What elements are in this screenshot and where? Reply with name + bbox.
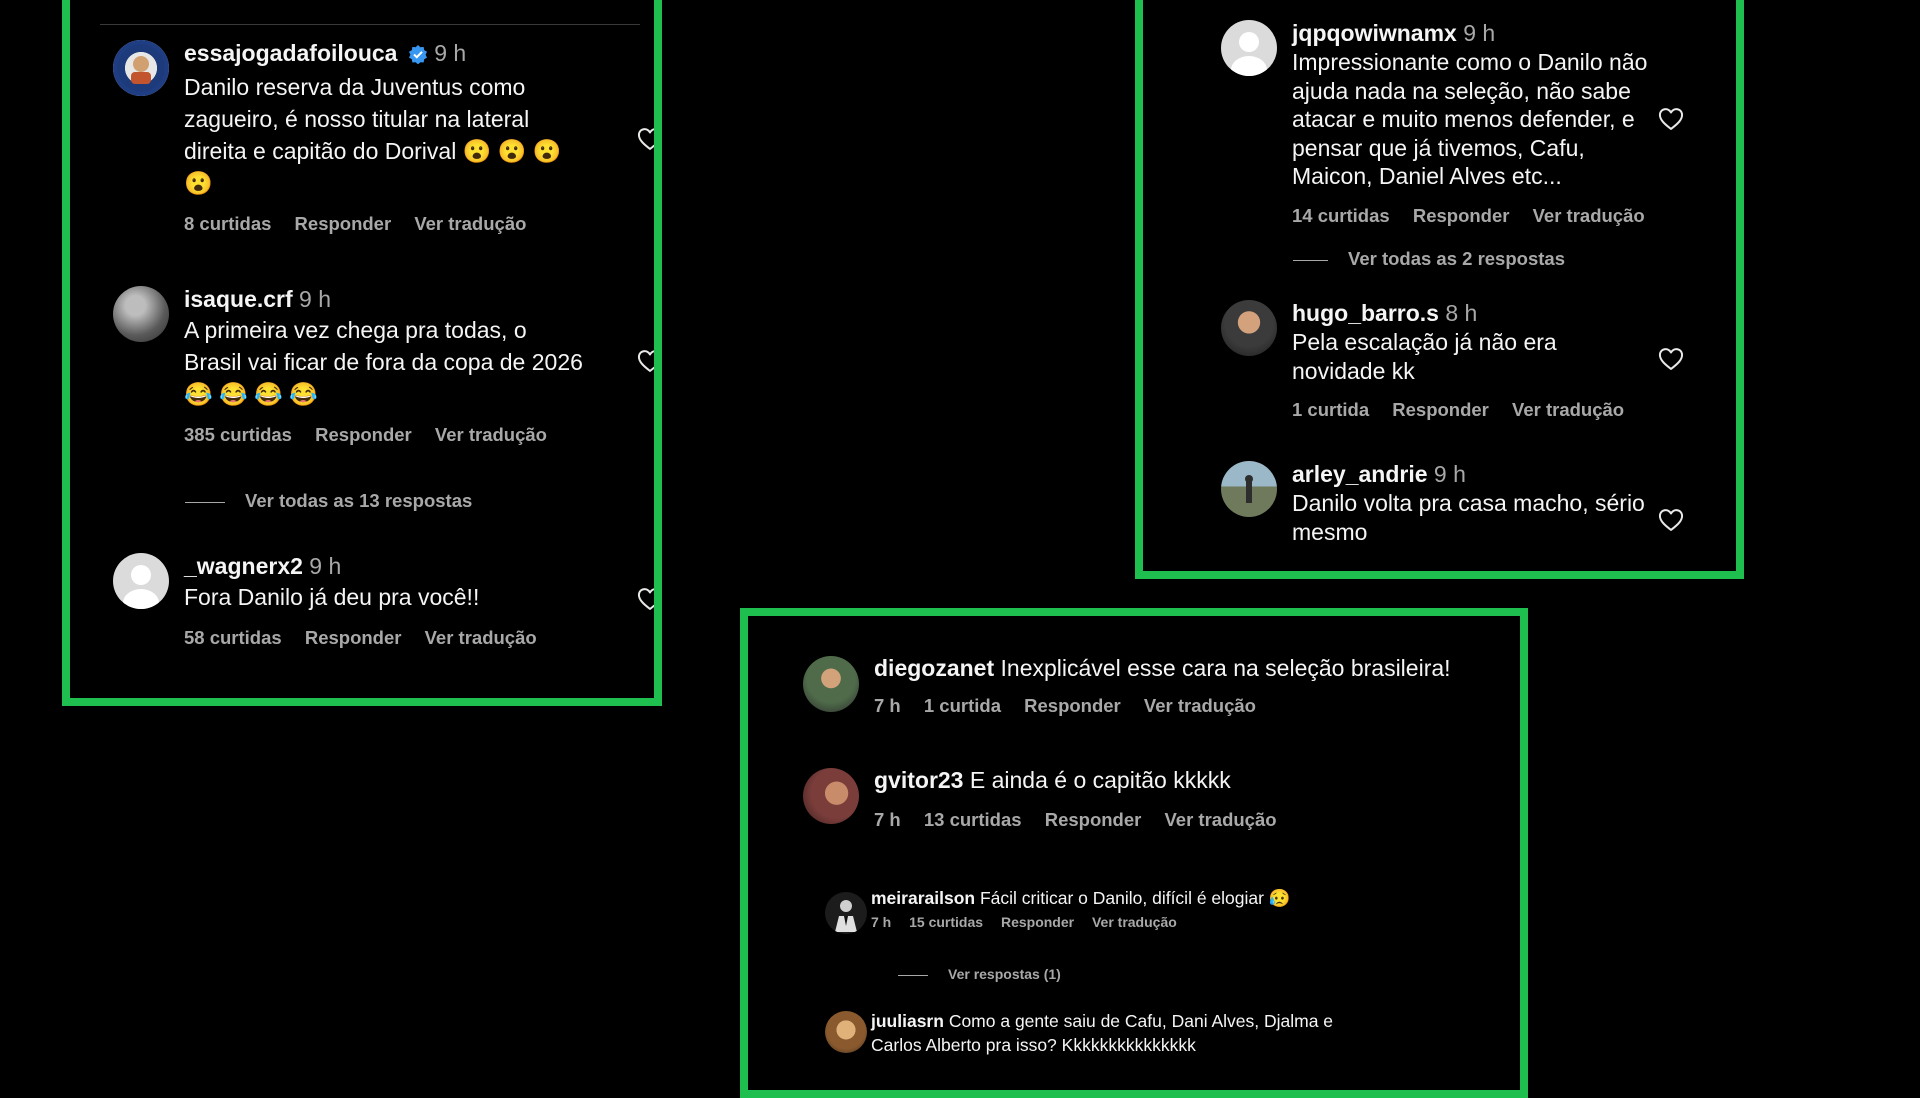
comment-username[interactable]: jqpqowiwnamx (1292, 20, 1457, 46)
likes-count[interactable]: 15 curtidas (909, 914, 983, 930)
heart-outline-icon[interactable] (1657, 506, 1685, 534)
comments-panel-bottom: diegozanet Inexplicável esse cara na sel… (740, 608, 1528, 1098)
comment-username[interactable]: meirarailson (871, 888, 975, 908)
comment-username[interactable]: _wagnerx2 (184, 553, 303, 579)
comment-text: Inexplicável esse cara na seleção brasil… (1000, 655, 1451, 681)
view-replies-link[interactable]: Ver respostas (1) (898, 966, 1061, 982)
comment-text: E ainda é o capitão kkkkk (969, 767, 1231, 793)
reply-button[interactable]: Responder (1413, 205, 1510, 226)
comments-panel-left: essajogadafoilouca 9 h Danilo reserva da… (62, 0, 662, 706)
reply-button[interactable]: Responder (295, 213, 392, 234)
reply-button[interactable]: Responder (1024, 695, 1121, 716)
comment-time: 9 h (1463, 20, 1496, 46)
reply-button[interactable]: Responder (1045, 809, 1142, 830)
comment-time: 9 h (299, 286, 332, 312)
comment-text: Fora Danilo já deu pra você!! (184, 584, 480, 610)
heart-outline-icon[interactable] (1657, 345, 1685, 373)
likes-count[interactable]: 58 curtidas (184, 627, 282, 648)
avatar[interactable] (1221, 300, 1277, 356)
translate-button[interactable]: Ver tradução (435, 424, 547, 445)
avatar[interactable] (113, 553, 169, 609)
avatar[interactable] (803, 768, 859, 824)
view-replies-link[interactable]: Ver todas as 2 respostas (1293, 248, 1565, 270)
translate-button[interactable]: Ver tradução (1512, 399, 1624, 420)
view-replies-label: Ver todas as 13 respostas (245, 490, 473, 511)
comment-username[interactable]: isaque.crf (184, 286, 293, 312)
translate-button[interactable]: Ver tradução (1164, 809, 1276, 830)
comment-username[interactable]: juuliasrn (871, 1011, 944, 1031)
default-avatar-icon (1231, 32, 1267, 76)
comment-text: Pela escalação já não era novidade kk (1292, 329, 1557, 384)
comment-time: 9 h (309, 553, 342, 579)
comment-time: 7 h (871, 914, 892, 930)
reply-button[interactable]: Responder (315, 424, 412, 445)
reply-button[interactable]: Responder (305, 627, 402, 648)
translate-button[interactable]: Ver tradução (1144, 695, 1256, 716)
default-avatar-icon (123, 565, 159, 609)
comment-text: A primeira vez chega pra todas, o Brasil… (184, 317, 583, 407)
heart-outline-icon[interactable] (1657, 105, 1685, 133)
divider (1293, 259, 1328, 261)
translate-button[interactable]: Ver tradução (1092, 914, 1177, 930)
reply-button[interactable]: Responder (1001, 914, 1074, 930)
comment-text: Danilo reserva da Juventus como zagueiro… (184, 74, 562, 196)
likes-count[interactable]: 385 curtidas (184, 424, 292, 445)
avatar[interactable] (1221, 20, 1277, 76)
comment-username[interactable]: hugo_barro.s (1292, 300, 1439, 326)
divider (898, 974, 928, 976)
heart-outline-icon[interactable] (636, 585, 662, 613)
comment-time: 8 h (1445, 300, 1478, 326)
likes-count[interactable]: 13 curtidas (924, 809, 1022, 830)
avatar-person-icon (835, 900, 857, 932)
avatar[interactable] (113, 40, 169, 96)
avatar[interactable] (803, 656, 859, 712)
avatar[interactable] (113, 286, 169, 342)
view-replies-label: Ver todas as 2 respostas (1348, 248, 1565, 269)
likes-count[interactable]: 8 curtidas (184, 213, 271, 234)
comment-text: Fácil criticar o Danilo, difícil é elogi… (979, 888, 1291, 908)
avatar[interactable] (1221, 461, 1277, 517)
heart-outline-icon[interactable] (636, 125, 662, 153)
view-replies-link[interactable]: Ver todas as 13 respostas (185, 490, 472, 512)
comment-username[interactable]: diegozanet (874, 655, 994, 681)
comment-time: 7 h (874, 809, 901, 830)
likes-count[interactable]: 1 curtida (924, 695, 1001, 716)
divider (185, 501, 225, 503)
likes-count[interactable]: 1 curtida (1292, 399, 1369, 420)
comment-time: 9 h (434, 40, 467, 66)
avatar-logo-icon (113, 40, 169, 96)
verified-badge-icon (408, 41, 428, 71)
comment-text: Danilo volta pra casa macho, sério mesmo (1292, 490, 1645, 545)
comment-time: 9 h (1433, 461, 1466, 487)
avatar[interactable] (825, 892, 867, 934)
avatar-person-icon (1245, 475, 1253, 503)
comment-text: Impressionante como o Danilo não ajuda n… (1292, 49, 1648, 189)
divider (100, 24, 640, 25)
comment-username[interactable]: essajogadafoilouca (184, 40, 397, 66)
translate-button[interactable]: Ver tradução (425, 627, 537, 648)
translate-button[interactable]: Ver tradução (414, 213, 526, 234)
comment-time: 7 h (874, 695, 901, 716)
likes-count[interactable]: 14 curtidas (1292, 205, 1390, 226)
comment-username[interactable]: arley_andrie (1292, 461, 1428, 487)
avatar[interactable] (825, 1011, 867, 1053)
comments-panel-right: jqpqowiwnamx 9 h Impressionante como o D… (1135, 0, 1744, 579)
translate-button[interactable]: Ver tradução (1533, 205, 1645, 226)
comment-username[interactable]: gvitor23 (874, 767, 963, 793)
heart-outline-icon[interactable] (636, 347, 662, 375)
reply-button[interactable]: Responder (1392, 399, 1489, 420)
view-replies-label: Ver respostas (1) (948, 966, 1061, 982)
